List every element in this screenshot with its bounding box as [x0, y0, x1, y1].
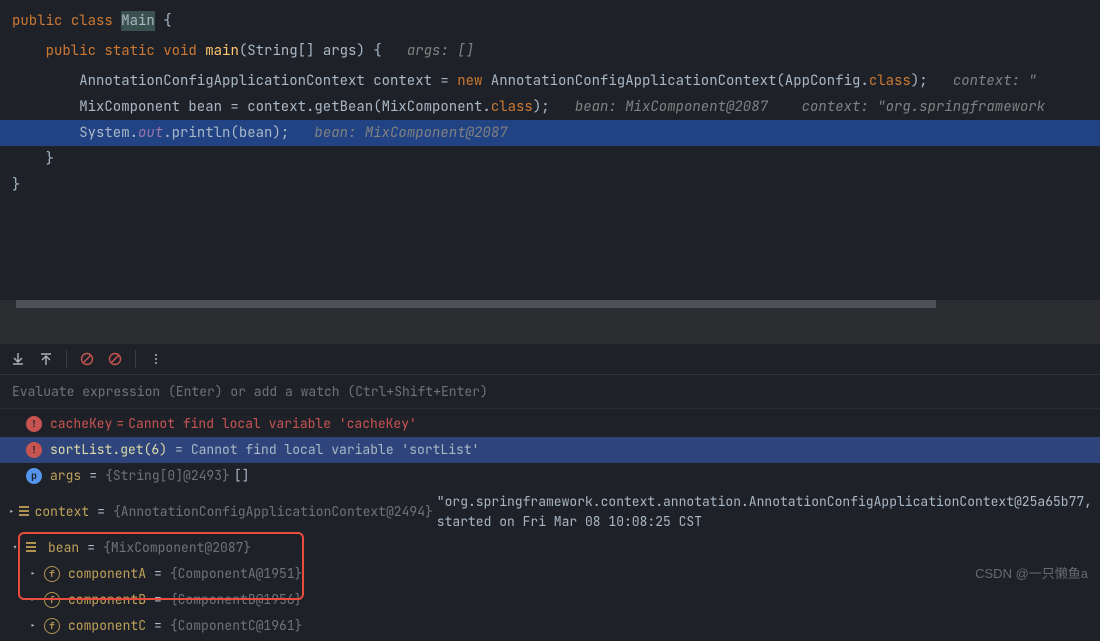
var-row-bean[interactable]: ▾ bean = {MixComponent@2087}: [0, 535, 1100, 561]
var-row-componentc[interactable]: ▸ componentC = {ComponentC@1961}: [0, 613, 1100, 639]
panel-divider[interactable]: [0, 308, 1100, 344]
error-icon: !: [26, 416, 42, 432]
toolbar-separator: [66, 350, 67, 368]
field-icon: [44, 618, 60, 634]
watermark: CSDN @一只懒鱼a: [975, 563, 1088, 582]
stop-icon[interactable]: [79, 351, 95, 367]
evaluate-expression-input[interactable]: Evaluate expression (Enter) or add a wat…: [0, 375, 1100, 409]
var-row-componenta[interactable]: ▸ componentA = {ComponentA@1951}: [0, 561, 1100, 587]
download-icon[interactable]: [10, 351, 26, 367]
error-icon: !: [26, 442, 42, 458]
param-icon: [26, 468, 42, 484]
chevron-right-icon[interactable]: ▸: [26, 590, 40, 610]
upload-icon[interactable]: [38, 351, 54, 367]
code-line-5[interactable]: AnnotationConfigApplicationContext conte…: [0, 68, 1100, 94]
field-icon: [44, 592, 60, 608]
code-line-3[interactable]: public static void main(String[] args) {…: [0, 38, 1100, 64]
field-icon: [44, 566, 60, 582]
code-line-9[interactable]: }: [0, 172, 1100, 198]
chevron-right-icon[interactable]: ▸: [26, 564, 40, 584]
chevron-down-icon[interactable]: ▾: [8, 538, 22, 558]
mute-icon[interactable]: [107, 351, 123, 367]
code-line-6[interactable]: MixComponent bean = context.getBean(MixC…: [0, 94, 1100, 120]
code-editor[interactable]: public class Main { public static void m…: [0, 0, 1100, 300]
code-line-1[interactable]: public class Main {: [0, 8, 1100, 34]
code-line-7-current[interactable]: System.out.println(bean); bean: MixCompo…: [0, 120, 1100, 146]
var-row-cachekey[interactable]: ! cacheKey = Cannot find local variable …: [0, 411, 1100, 437]
debug-toolbar: [0, 344, 1100, 375]
code-line-8[interactable]: }: [0, 146, 1100, 172]
var-row-args[interactable]: args = {String[0]@2493} []: [0, 463, 1100, 489]
variables-panel: ! cacheKey = Cannot find local variable …: [0, 409, 1100, 641]
var-row-componentb[interactable]: ▸ componentB = {ComponentB@1956}: [0, 587, 1100, 613]
object-icon: [26, 542, 40, 554]
chevron-right-icon[interactable]: ▸: [26, 616, 40, 636]
chevron-right-icon[interactable]: ▸: [8, 502, 15, 522]
var-row-sortlist[interactable]: ! sortList.get(6) = Cannot find local va…: [0, 437, 1100, 463]
object-icon: [19, 506, 26, 518]
toolbar-separator-2: [135, 350, 136, 368]
scrollbar-thumb[interactable]: [16, 300, 936, 308]
var-row-context[interactable]: ▸ context = {AnnotationConfigApplication…: [0, 489, 1100, 535]
more-icon[interactable]: [148, 351, 164, 367]
horizontal-scrollbar[interactable]: [0, 300, 1100, 308]
